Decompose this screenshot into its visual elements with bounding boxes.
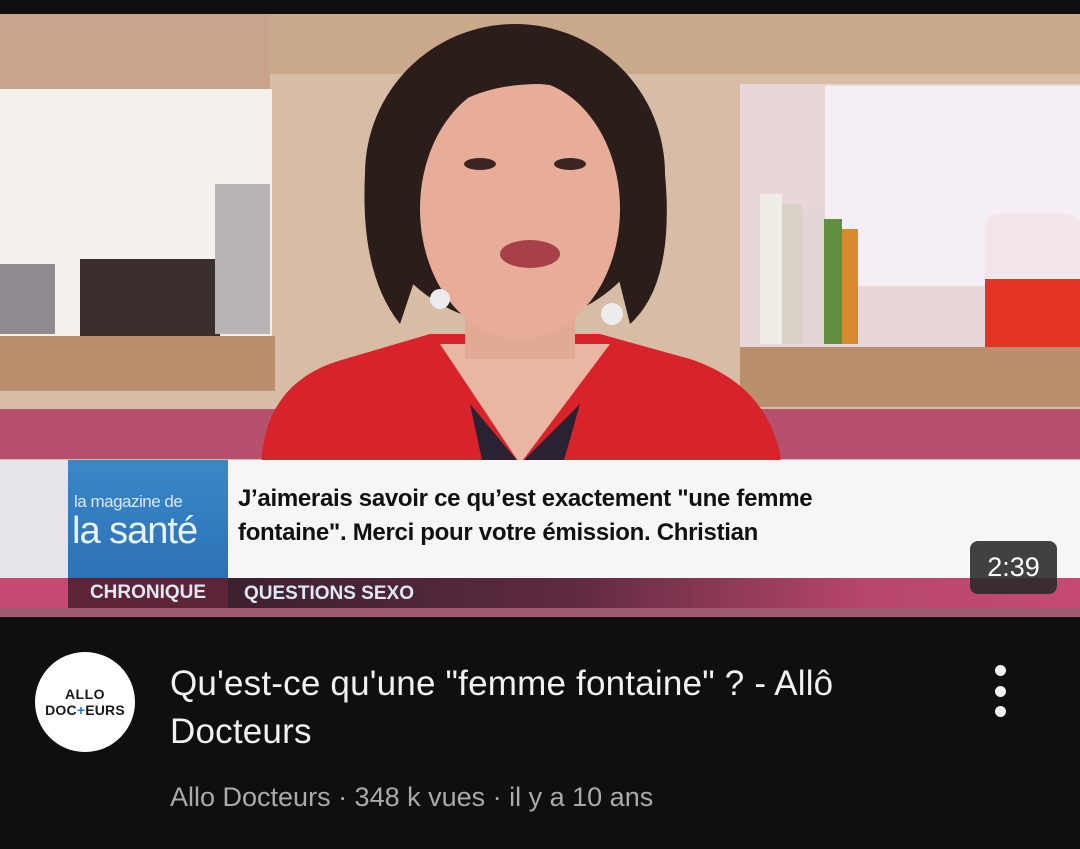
avatar-plus: +: [76, 702, 86, 718]
channel-avatar[interactable]: ALLO DOC+EURS: [35, 652, 135, 752]
caption-quote: J’aimerais savoir ce qu’est exactement "…: [238, 482, 1058, 550]
category-label: CHRONIQUE: [68, 578, 228, 608]
caption-quote-line-2: fontaine". Merci pour votre émission. Ch…: [238, 519, 759, 546]
video-metadata: Allo Docteurs · 348 k vues · il y a 10 a…: [170, 782, 654, 812]
status-strip: [0, 0, 1080, 14]
avatar-text-line-1: ALLO: [64, 686, 106, 702]
lower-third-banner: la magazine de la santé J’aimerais savoi…: [0, 460, 1080, 617]
avatar-text-line-2: DOC+EURS: [45, 702, 125, 718]
show-logo-top: la magazine de: [74, 492, 183, 511]
show-logo: la magazine de la santé: [68, 460, 228, 578]
video-thumbnail[interactable]: la magazine de la santé J’aimerais savoi…: [0, 14, 1080, 617]
video-info: ALLO DOC+EURS Qu'est-ce qu'une "femme fo…: [0, 617, 1080, 849]
more-vert-icon: [994, 665, 1006, 676]
avatar-text-a: DOC: [45, 702, 77, 718]
duration-badge: 2:39: [970, 541, 1057, 594]
banner-left-panel: [0, 460, 68, 578]
avatar-text-b: EURS: [85, 702, 125, 718]
more-options-button[interactable]: [978, 661, 1022, 721]
show-logo-bottom: la santé: [72, 510, 198, 552]
topic-bar: QUESTIONS SEXO: [228, 578, 1080, 608]
more-vert-icon-dot-2: [994, 685, 1006, 697]
video-title[interactable]: Qu'est-ce qu'une "femme fontaine" ? - Al…: [170, 660, 930, 756]
banner-bottom-strip: [0, 608, 1080, 617]
caption-quote-line-1: J’aimerais savoir ce qu’est exactement "…: [238, 485, 813, 512]
more-vert-icon-dot-3: [994, 706, 1006, 717]
topic-label: QUESTIONS SEXO: [244, 583, 414, 604]
